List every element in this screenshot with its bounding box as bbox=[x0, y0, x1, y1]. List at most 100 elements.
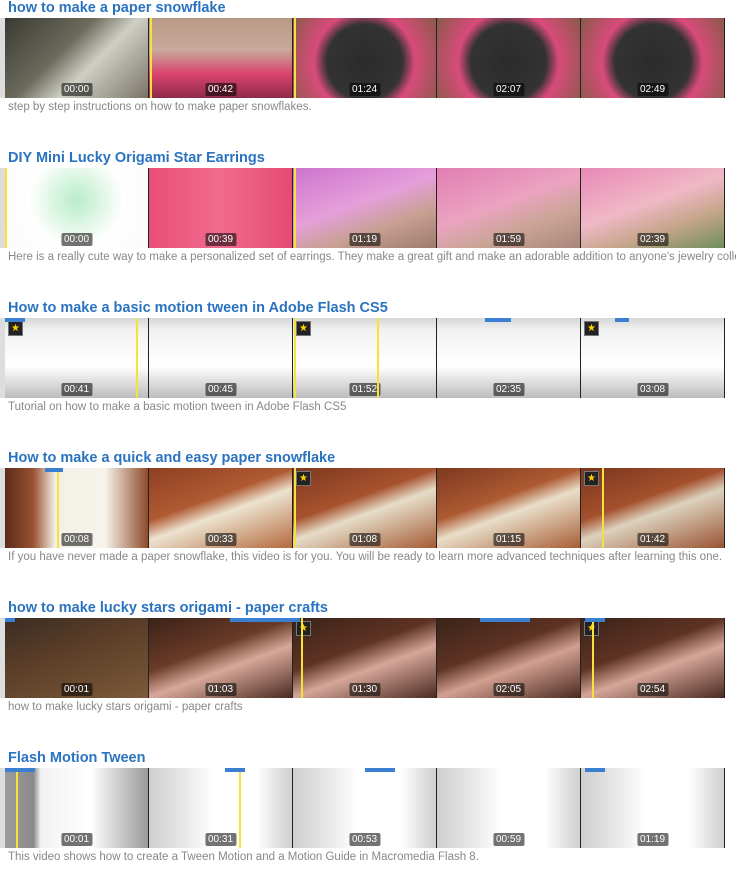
timestamp: 01:15 bbox=[492, 533, 525, 546]
thumbnail-frame[interactable]: 02:07 bbox=[437, 18, 580, 98]
segment-marker[interactable] bbox=[5, 168, 7, 248]
timestamp: 00:53 bbox=[348, 833, 381, 846]
thumbnail-strip: 00:00 00:42 01:24 02:07 02:49 bbox=[5, 18, 725, 98]
thumbnail-frame[interactable]: ★ 01:08 bbox=[293, 468, 436, 548]
thumbnail-strip: 00:00 00:39 01:19 01:59 02:39 bbox=[5, 168, 725, 248]
thumbnail-frame[interactable]: 00:53 bbox=[293, 768, 436, 848]
video-title[interactable]: DIY Mini Lucky Origami Star Earrings bbox=[8, 150, 265, 167]
timestamp: 02:07 bbox=[492, 83, 525, 96]
timestamp: 02:35 bbox=[492, 383, 525, 396]
segment-marker[interactable] bbox=[592, 618, 594, 698]
progress-indicator bbox=[585, 768, 605, 772]
thumbnail-strip: 00:08 00:33 ★ 01:08 01:15 ★ 01:42 bbox=[5, 468, 725, 548]
timestamp: 00:59 bbox=[492, 833, 525, 846]
thumbnail-frame[interactable]: ★ 03:08 bbox=[581, 318, 724, 398]
segment-marker[interactable] bbox=[301, 618, 303, 698]
timestamp: 02:39 bbox=[636, 233, 669, 246]
video-item: How to make a quick and easy paper snowf… bbox=[0, 450, 744, 570]
video-description: step by step instructions on how to make… bbox=[8, 101, 312, 113]
progress-indicator bbox=[585, 618, 605, 622]
timestamp: 00:00 bbox=[60, 83, 93, 96]
thumbnail-frame[interactable]: ★02:54 bbox=[581, 618, 724, 698]
star-icon[interactable]: ★ bbox=[296, 321, 311, 336]
timestamp: 00:00 bbox=[60, 233, 93, 246]
segment-marker[interactable] bbox=[294, 168, 296, 248]
thumbnail-frame[interactable]: 02:05 bbox=[437, 618, 580, 698]
timestamp: 00:42 bbox=[204, 83, 237, 96]
thumbnail-frame[interactable]: 02:49 bbox=[581, 18, 724, 98]
video-title[interactable]: How to make a basic motion tween in Adob… bbox=[8, 300, 388, 317]
timestamp: 03:08 bbox=[636, 383, 669, 396]
thumbnail-frame[interactable]: 00:00 bbox=[5, 168, 148, 248]
timestamp: 00:08 bbox=[60, 533, 93, 546]
progress-indicator bbox=[485, 318, 511, 322]
thumbnail-frame[interactable]: ★ 01:52 bbox=[293, 318, 436, 398]
thumbnail-frame[interactable]: 01:15 bbox=[437, 468, 580, 548]
timestamp: 01:30 bbox=[348, 683, 381, 696]
video-title[interactable]: how to make a paper snowflake bbox=[8, 0, 226, 17]
segment-marker[interactable] bbox=[57, 468, 59, 548]
video-title[interactable]: How to make a quick and easy paper snowf… bbox=[8, 450, 335, 467]
thumbnail-frame[interactable]: 00:45 bbox=[149, 318, 292, 398]
timestamp: 01:19 bbox=[636, 833, 669, 846]
timestamp: 00:39 bbox=[204, 233, 237, 246]
progress-indicator bbox=[5, 768, 35, 772]
thumbnail-frame[interactable]: 02:35 bbox=[437, 318, 580, 398]
segment-marker[interactable] bbox=[136, 318, 138, 398]
segment-marker[interactable] bbox=[150, 18, 152, 98]
segment-marker[interactable] bbox=[377, 318, 379, 398]
timestamp: 01:19 bbox=[348, 233, 381, 246]
thumbnail-frame[interactable]: 02:39 bbox=[581, 168, 724, 248]
star-icon[interactable]: ★ bbox=[296, 621, 311, 636]
progress-indicator bbox=[5, 618, 15, 622]
thumbnail-frame[interactable]: 01:19 bbox=[293, 168, 436, 248]
video-item: How to make a basic motion tween in Adob… bbox=[0, 300, 744, 420]
progress-indicator bbox=[365, 768, 395, 772]
segment-marker[interactable] bbox=[294, 468, 296, 548]
segment-marker[interactable] bbox=[16, 768, 18, 848]
video-description: how to make lucky stars origami - paper … bbox=[8, 701, 243, 713]
video-description: If you have never made a paper snowflake… bbox=[8, 551, 723, 563]
thumbnail-frame[interactable]: 01:59 bbox=[437, 168, 580, 248]
thumbnail-frame[interactable]: 00:31 bbox=[149, 768, 292, 848]
timestamp: 01:03 bbox=[204, 683, 237, 696]
thumbnail-frame[interactable]: 00:01 bbox=[5, 768, 148, 848]
thumbnail-frame[interactable]: 01:03 bbox=[149, 618, 292, 698]
video-description: This video shows how to create a Tween M… bbox=[8, 851, 479, 863]
video-description: Here is a really cute way to make a pers… bbox=[8, 251, 736, 263]
thumbnail-frame[interactable]: ★ 01:30 bbox=[293, 618, 436, 698]
star-icon[interactable]: ★ bbox=[584, 321, 599, 336]
timestamp: 00:01 bbox=[60, 833, 93, 846]
segment-marker[interactable] bbox=[294, 318, 296, 398]
progress-indicator bbox=[615, 318, 629, 322]
segment-marker[interactable] bbox=[602, 468, 604, 548]
timestamp: 00:45 bbox=[204, 383, 237, 396]
star-icon[interactable]: ★ bbox=[584, 471, 599, 486]
timestamp: 00:01 bbox=[60, 683, 93, 696]
video-title[interactable]: Flash Motion Tween bbox=[8, 750, 145, 767]
star-icon[interactable]: ★ bbox=[296, 471, 311, 486]
thumbnail-strip: 00:01 01:03 ★ 01:30 02:05 ★02:54 bbox=[5, 618, 725, 698]
timestamp: 01:24 bbox=[348, 83, 381, 96]
thumbnail-frame[interactable]: 00:33 bbox=[149, 468, 292, 548]
segment-marker[interactable] bbox=[239, 768, 241, 848]
timestamp: 01:42 bbox=[636, 533, 669, 546]
progress-indicator bbox=[5, 318, 25, 322]
star-icon[interactable]: ★ bbox=[8, 321, 23, 336]
thumbnail-frame[interactable]: 00:00 bbox=[5, 18, 148, 98]
thumbnail-frame[interactable]: 00:39 bbox=[149, 168, 292, 248]
thumbnail-frame[interactable]: 00:59 bbox=[437, 768, 580, 848]
thumbnail-strip: ★ 00:41 00:45 ★ 01:52 02:35 ★ 03:08 bbox=[5, 318, 725, 398]
timestamp: 00:33 bbox=[204, 533, 237, 546]
video-title[interactable]: how to make lucky stars origami - paper … bbox=[8, 600, 328, 617]
thumbnail-frame[interactable]: 01:24 bbox=[293, 18, 436, 98]
thumbnail-frame[interactable]: 00:08 bbox=[5, 468, 148, 548]
timestamp: 02:49 bbox=[636, 83, 669, 96]
thumbnail-frame[interactable]: ★ 00:41 bbox=[5, 318, 148, 398]
thumbnail-frame[interactable]: 00:01 bbox=[5, 618, 148, 698]
video-item: how to make a paper snowflake 00:00 00:42 0… bbox=[0, 0, 744, 120]
progress-indicator bbox=[45, 468, 63, 472]
segment-marker[interactable] bbox=[294, 18, 296, 98]
thumbnail-frame[interactable]: 01:19 bbox=[581, 768, 724, 848]
thumbnail-frame[interactable]: 00:42 bbox=[149, 18, 292, 98]
